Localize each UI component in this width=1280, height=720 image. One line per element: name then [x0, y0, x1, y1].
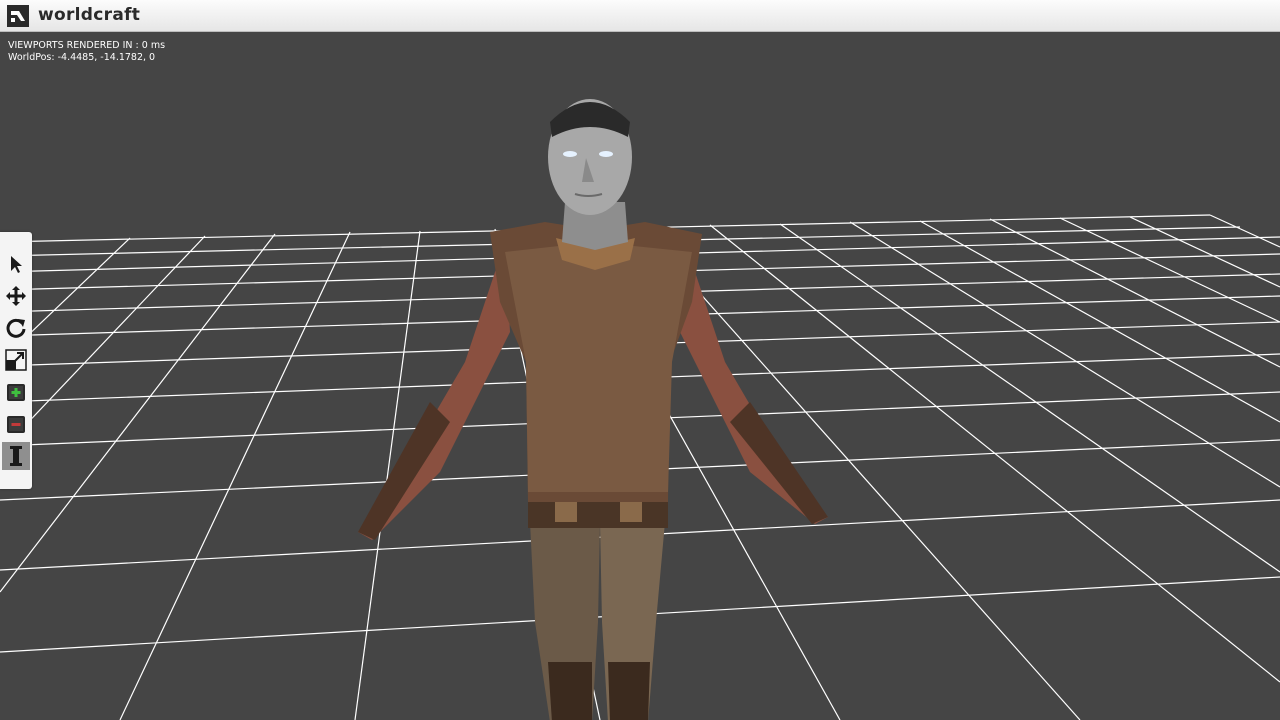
world-position-text: WorldPos: -4.4485, -14.1782, 0: [8, 52, 156, 63]
app-title: worldcraft: [38, 5, 141, 25]
viewport-stats: VIEWPORTS RENDERED IN : 0 ms WorldPos: -…: [8, 40, 165, 64]
column-tool-button[interactable]: [2, 442, 30, 470]
rotate-tool-button[interactable]: [2, 314, 30, 342]
move-arrows-icon: [6, 286, 26, 306]
tool-palette: [0, 232, 32, 489]
add-cube-icon: [7, 384, 25, 401]
move-tool-button[interactable]: [2, 282, 30, 310]
render-time-text: VIEWPORTS RENDERED IN : 0 ms: [8, 40, 166, 51]
rotate-icon: [6, 318, 26, 338]
worldcraft-logo-icon: [7, 5, 29, 27]
title-bar: worldcraft: [0, 0, 1280, 32]
arrow-pointer-icon: [11, 256, 22, 273]
scale-tool-button[interactable]: [2, 346, 30, 374]
add-object-tool-button[interactable]: [2, 378, 30, 406]
3d-viewport[interactable]: VIEWPORTS RENDERED IN : 0 ms WorldPos: -…: [0, 32, 1280, 720]
remove-cube-icon: [7, 416, 25, 433]
column-pillar-icon: [10, 446, 22, 466]
scale-icon: [5, 349, 27, 371]
character-model[interactable]: [330, 62, 850, 720]
remove-object-tool-button[interactable]: [2, 410, 30, 438]
select-tool-button[interactable]: [2, 250, 30, 278]
